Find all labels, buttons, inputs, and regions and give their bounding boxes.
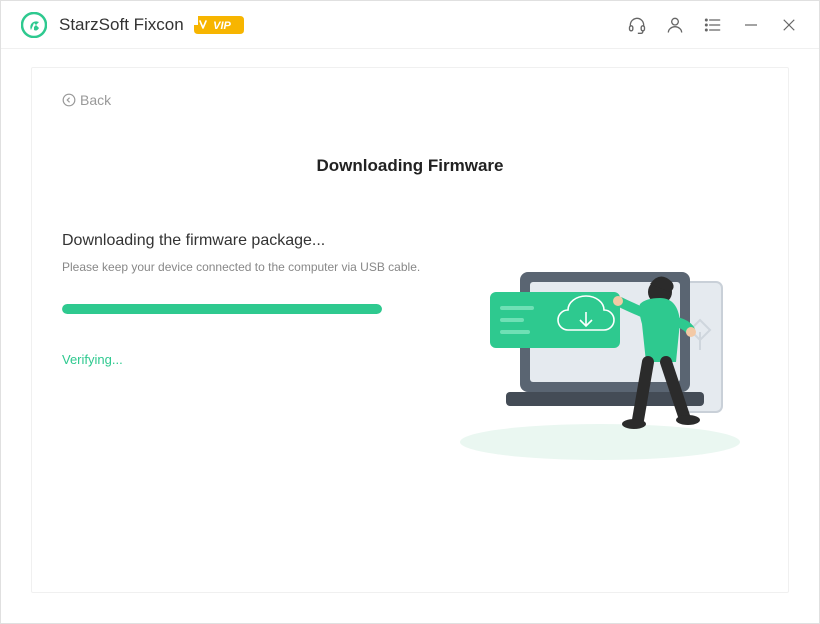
- chevron-left-icon: [62, 93, 76, 107]
- app-logo-icon: [21, 12, 47, 38]
- titlebar-controls: [627, 15, 799, 35]
- status-text: Verifying...: [62, 352, 422, 367]
- illustration: [442, 232, 758, 462]
- back-button[interactable]: Back: [62, 92, 111, 108]
- progress-fill: [62, 304, 382, 314]
- support-icon[interactable]: [627, 15, 647, 35]
- menu-icon[interactable]: [703, 15, 723, 35]
- close-button[interactable]: [779, 15, 799, 35]
- titlebar: StarzSoft Fixcon VIP: [1, 1, 819, 49]
- body-row: Downloading the firmware package... Plea…: [62, 232, 758, 462]
- account-icon[interactable]: [665, 15, 685, 35]
- minimize-button[interactable]: [741, 15, 761, 35]
- progress-bar: [62, 304, 382, 314]
- svg-text:VIP: VIP: [213, 20, 231, 32]
- vip-badge: VIP: [194, 14, 244, 36]
- page-title: Downloading Firmware: [62, 156, 758, 176]
- app-window: StarzSoft Fixcon VIP: [0, 0, 820, 624]
- left-column: Downloading the firmware package... Plea…: [62, 232, 422, 462]
- back-label: Back: [80, 92, 111, 108]
- content-area: Back Downloading Firmware Downloading th…: [1, 49, 819, 623]
- download-hint: Please keep your device connected to the…: [62, 260, 422, 274]
- download-subtitle: Downloading the firmware package...: [62, 232, 422, 250]
- main-panel: Back Downloading Firmware Downloading th…: [31, 67, 789, 593]
- app-title: StarzSoft Fixcon: [59, 15, 184, 35]
